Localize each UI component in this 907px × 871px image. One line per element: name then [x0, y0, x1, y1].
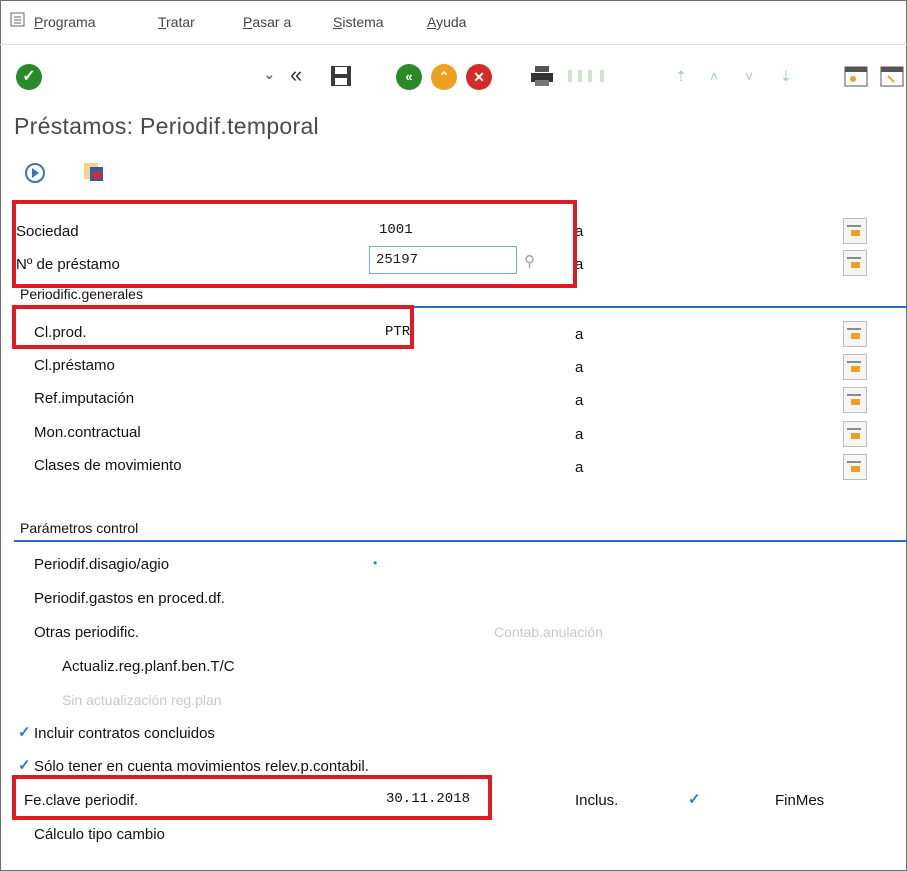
solo-movimientos-checkbox-icon[interactable]: ✓: [18, 756, 31, 774]
fe-clave-value[interactable]: 30.11.2018: [386, 791, 470, 807]
last-page-icon[interactable]: ⇣: [780, 68, 792, 85]
command-field-dropdown-icon[interactable]: ⌄: [263, 65, 276, 83]
sociedad-value[interactable]: 1001: [379, 222, 413, 238]
section-control-divider: [14, 540, 907, 542]
execute-icon[interactable]: [24, 162, 46, 184]
periodif-gastos-label: Periodif.gastos en proced.df.: [34, 590, 225, 607]
contab-anulacion-label: Contab.anulación: [494, 624, 603, 640]
otras-periodific-label: Otras periodific.: [34, 624, 140, 641]
sociedad-a: a: [575, 223, 584, 240]
periodif-disagio-label: Periodif.disagio/agio: [34, 556, 170, 573]
section-general-heading: Periodific.generales: [20, 286, 143, 302]
prestamo-input[interactable]: 25197: [369, 246, 517, 274]
variant-icon[interactable]: [82, 160, 106, 184]
clprestamo-a: a: [575, 359, 584, 376]
menu-sistema[interactable]: Sistema: [333, 14, 384, 30]
exit-icon[interactable]: ⌃: [431, 64, 457, 90]
moncontractual-a: a: [575, 426, 584, 443]
clprod-label: Cl.prod.: [34, 324, 87, 341]
collapse-command-icon[interactable]: «: [290, 62, 302, 88]
toolbar: ✓ ⌄ « « ⌃ ✕ ⇡ ˄ ˅ ⇣: [0, 56, 907, 96]
finmes-label: FinMes: [775, 792, 825, 809]
clprod-multiple-selection-icon[interactable]: [843, 321, 867, 347]
cancel-icon[interactable]: ✕: [466, 64, 492, 90]
section-general-divider: [14, 306, 907, 308]
find-icon[interactable]: [566, 68, 612, 84]
clprestamo-label: Cl.préstamo: [34, 357, 115, 374]
first-page-icon[interactable]: ⇡: [675, 68, 687, 85]
solo-movimientos-label: Sólo tener en cuenta movimientos relev.p…: [34, 758, 369, 775]
menu-icon[interactable]: [10, 12, 25, 27]
calculo-tipo-cambio-label: Cálculo tipo cambio: [34, 826, 165, 843]
prev-page-icon[interactable]: ˄: [710, 68, 718, 84]
prestamo-a: a: [575, 256, 584, 273]
print-icon[interactable]: [530, 65, 554, 87]
inclus-checkbox-icon[interactable]: ✓: [688, 790, 701, 808]
back-icon[interactable]: «: [396, 64, 422, 90]
prestamo-multiple-selection-icon[interactable]: [843, 250, 867, 276]
next-page-icon[interactable]: ˅: [745, 68, 753, 84]
clases-movimiento-a: a: [575, 459, 584, 476]
sociedad-label: Sociedad: [16, 223, 79, 240]
periodif-disagio-radio[interactable]: •: [373, 556, 377, 570]
page-title: Préstamos: Periodif.temporal: [14, 113, 319, 139]
enter-check-icon[interactable]: ✓: [16, 64, 42, 90]
moncontractual-multiple-selection-icon[interactable]: [843, 421, 867, 447]
shortcut-icon[interactable]: [880, 64, 906, 88]
refimputacion-a: a: [575, 392, 584, 409]
new-session-icon[interactable]: [844, 64, 870, 88]
sociedad-multiple-selection-icon[interactable]: [843, 218, 867, 244]
sin-actualizacion-label: Sin actualización reg.plan: [62, 692, 222, 708]
actualiz-reg-label: Actualiz.reg.planf.ben.T/C: [62, 658, 235, 675]
clprod-value[interactable]: PTR: [385, 324, 410, 340]
clprod-a: a: [575, 326, 584, 343]
inclus-label: Inclus.: [575, 792, 619, 809]
menu-tratar[interactable]: Tratar: [158, 14, 195, 30]
fe-clave-label: Fe.clave periodif.: [24, 792, 139, 809]
save-icon[interactable]: [330, 65, 352, 87]
moncontractual-label: Mon.contractual: [34, 424, 141, 441]
menu-ayuda[interactable]: Ayuda: [427, 14, 466, 30]
menu-pasar-a[interactable]: Pasar a: [243, 14, 291, 30]
prestamo-search-help-icon[interactable]: ⚲: [524, 252, 535, 270]
prestamo-label: Nº de préstamo: [16, 256, 120, 273]
incluir-contratos-checkbox-icon[interactable]: ✓: [18, 723, 31, 741]
incluir-contratos-label: Incluir contratos concluidos: [34, 725, 215, 742]
menu-programa[interactable]: Programa: [34, 14, 95, 30]
clases-movimiento-label: Clases de movimiento: [34, 457, 182, 474]
clases-movimiento-multiple-selection-icon[interactable]: [843, 454, 867, 480]
menu-bar: Programa Tratar Pasar a Sistema Ayuda: [0, 0, 907, 45]
clprestamo-multiple-selection-icon[interactable]: [843, 354, 867, 380]
refimputacion-multiple-selection-icon[interactable]: [843, 387, 867, 413]
refimputacion-label: Ref.imputación: [34, 390, 135, 407]
section-control-heading: Parámetros control: [20, 520, 139, 536]
